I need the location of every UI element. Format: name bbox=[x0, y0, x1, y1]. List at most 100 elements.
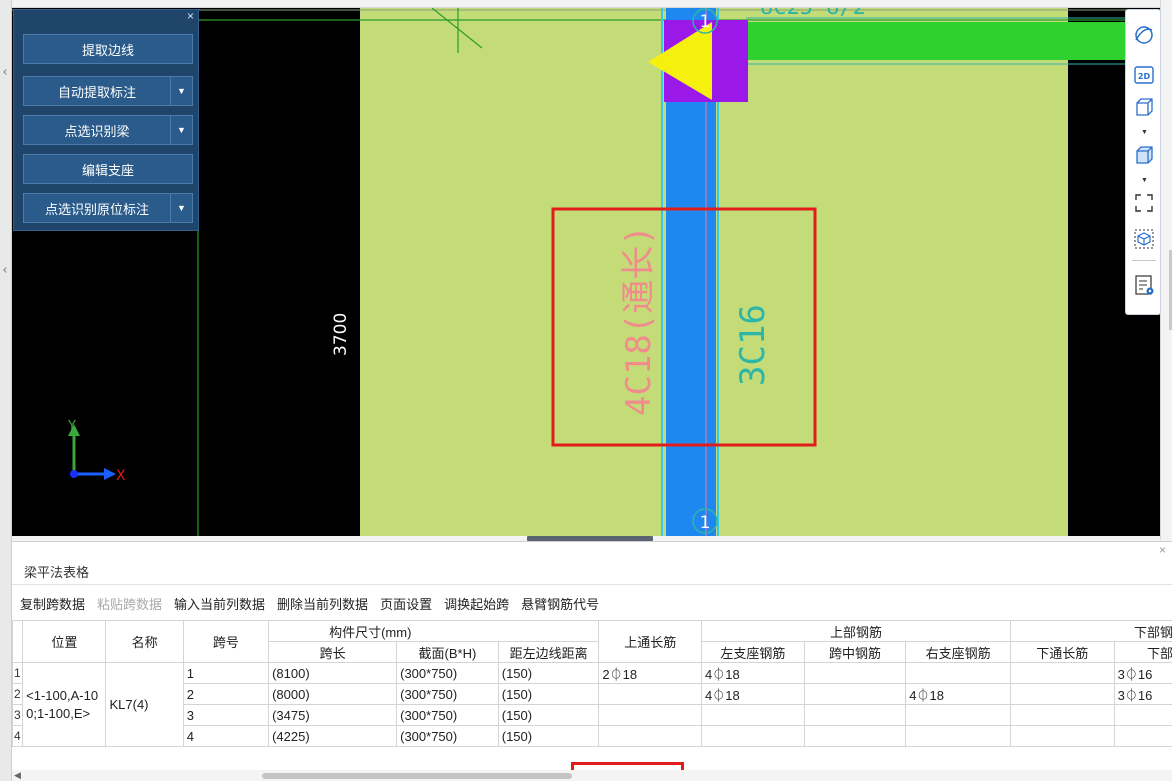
scrollbar-thumb[interactable] bbox=[262, 773, 572, 779]
cantilever-rebar-code-button[interactable]: 悬臂钢筋代号 bbox=[521, 594, 599, 612]
cell-span-length[interactable]: (4225) bbox=[268, 725, 398, 747]
axis-y-label: Y bbox=[67, 419, 76, 434]
dropdown-arrow-icon[interactable]: ▼ bbox=[170, 116, 192, 144]
cell-top-through[interactable] bbox=[598, 725, 703, 747]
header-left-support[interactable]: 左支座钢筋 bbox=[701, 641, 805, 663]
extract-edge-button[interactable]: 提取边线 bbox=[23, 34, 193, 64]
cell-left-distance[interactable]: (150) bbox=[497, 662, 600, 684]
cell-mid-span[interactable] bbox=[803, 725, 907, 747]
cell-top-through[interactable] bbox=[598, 704, 703, 726]
orbit-icon[interactable] bbox=[1130, 22, 1158, 48]
right-frame-strip bbox=[1160, 0, 1172, 540]
cell-mid-span[interactable] bbox=[803, 704, 907, 726]
settings-list-icon[interactable] bbox=[1130, 272, 1158, 298]
cell-position[interactable]: <1-100,A-100;1-100,E> bbox=[22, 662, 107, 747]
header-top-through[interactable]: 上通长筋 bbox=[598, 620, 703, 663]
view-2d-label: 2D bbox=[1138, 72, 1151, 81]
cell-mid-span[interactable] bbox=[803, 683, 907, 705]
close-icon[interactable]: × bbox=[1159, 543, 1166, 557]
cell-bottom-through[interactable] bbox=[1009, 662, 1115, 684]
cell-right-support[interactable] bbox=[905, 725, 1011, 747]
top-frame-strip bbox=[0, 0, 1172, 8]
beam-table-scroll[interactable]: 位置 名称 跨号 构件尺寸(mm) 上通长筋 上部钢筋 下部钢筋 跨长 截面(B… bbox=[12, 620, 1172, 770]
header-bottom-bar[interactable]: 下部钢 bbox=[1113, 641, 1172, 663]
cell-bottom-through[interactable] bbox=[1009, 725, 1115, 747]
cell-span-no[interactable]: 1 bbox=[182, 662, 270, 684]
cell-section[interactable]: (300*750) bbox=[396, 725, 499, 747]
header-bottom-rebar-group[interactable]: 下部钢筋 bbox=[1009, 620, 1172, 642]
cell-left-distance[interactable]: (150) bbox=[497, 683, 600, 705]
dropdown-arrow-icon[interactable]: ▼ bbox=[170, 194, 192, 222]
dropdown-arrow-icon[interactable]: ▼ bbox=[170, 77, 192, 105]
cell-section[interactable]: (300*750) bbox=[396, 683, 499, 705]
cell-left-support[interactable]: 4⏀18 bbox=[701, 662, 805, 684]
button-label: 编辑支座 bbox=[81, 162, 134, 178]
button-label: 提取边线 bbox=[81, 42, 134, 58]
chevron-down-icon[interactable]: ▼ bbox=[1141, 129, 1148, 136]
cell-bottom-bar[interactable] bbox=[1113, 725, 1172, 747]
cell-bottom-bar[interactable]: 3⏀16 bbox=[1113, 683, 1172, 705]
selection-frame-icon[interactable] bbox=[1130, 190, 1158, 216]
input-column-data-button[interactable]: 输入当前列数据 bbox=[174, 594, 265, 612]
cell-span-length[interactable]: (8000) bbox=[268, 683, 398, 705]
cell-name[interactable]: KL7(4) bbox=[105, 662, 184, 747]
cell-span-no[interactable]: 3 bbox=[182, 704, 270, 726]
row-number[interactable]: 1 bbox=[12, 662, 24, 684]
chevron-down-icon[interactable]: ▼ bbox=[1141, 177, 1148, 184]
row-number[interactable]: 3 bbox=[12, 704, 24, 726]
scroll-left-icon[interactable]: ◀ bbox=[14, 770, 21, 781]
edit-support-button[interactable]: 编辑支座 bbox=[23, 154, 193, 184]
cell-span-length[interactable]: (8100) bbox=[268, 662, 398, 684]
cell-bottom-through[interactable] bbox=[1009, 683, 1115, 705]
view-2d-icon[interactable]: 2D bbox=[1130, 62, 1158, 88]
cell-left-support[interactable] bbox=[701, 725, 805, 747]
paste-span-data-button[interactable]: 粘贴跨数据 bbox=[97, 594, 162, 612]
header-left-distance[interactable]: 距左边线距离 bbox=[497, 641, 600, 663]
row-number[interactable]: 2 bbox=[12, 683, 24, 705]
header-span-length[interactable]: 跨长 bbox=[268, 641, 398, 663]
header-dimension-group[interactable]: 构件尺寸(mm) bbox=[268, 620, 600, 642]
row-number[interactable]: 4 bbox=[12, 725, 24, 747]
cell-top-through[interactable]: 2⏀18 bbox=[598, 662, 703, 684]
cell-right-support[interactable] bbox=[905, 704, 1011, 726]
cell-right-support[interactable]: 4⏀18 bbox=[905, 683, 1011, 705]
header-name[interactable]: 名称 bbox=[105, 620, 184, 663]
box-view-solid-icon[interactable] bbox=[1130, 142, 1158, 168]
cell-span-no[interactable]: 4 bbox=[182, 725, 270, 747]
cell-bottom-bar[interactable] bbox=[1113, 704, 1172, 726]
chevron-left-icon[interactable] bbox=[3, 267, 9, 273]
header-bottom-through[interactable]: 下通长筋 bbox=[1009, 641, 1115, 663]
cell-left-support[interactable] bbox=[701, 704, 805, 726]
cube-frame-icon[interactable] bbox=[1130, 226, 1158, 252]
box-view-icon[interactable] bbox=[1130, 94, 1158, 120]
auto-extract-label-button[interactable]: 自动提取标注 ▼ bbox=[23, 76, 193, 106]
cell-left-distance[interactable]: (150) bbox=[497, 704, 600, 726]
pick-identify-beam-button[interactable]: 点选识别梁 ▼ bbox=[23, 115, 193, 145]
header-mid-span[interactable]: 跨中钢筋 bbox=[803, 641, 907, 663]
delete-column-data-button[interactable]: 删除当前列数据 bbox=[277, 594, 368, 612]
header-top-rebar-group[interactable]: 上部钢筋 bbox=[701, 620, 1011, 642]
close-icon[interactable]: × bbox=[187, 9, 194, 23]
page-setup-button[interactable]: 页面设置 bbox=[380, 594, 432, 612]
horizontal-scrollbar[interactable]: ◀ bbox=[12, 770, 1172, 781]
swap-start-span-button[interactable]: 调换起始跨 bbox=[444, 594, 509, 612]
cell-section[interactable]: (300*750) bbox=[396, 704, 499, 726]
cell-bottom-bar[interactable]: 3⏀16 bbox=[1113, 662, 1172, 684]
copy-span-data-button[interactable]: 复制跨数据 bbox=[20, 594, 85, 612]
header-span-no[interactable]: 跨号 bbox=[182, 620, 270, 663]
cell-right-support[interactable] bbox=[905, 662, 1011, 684]
cell-span-no[interactable]: 2 bbox=[182, 683, 270, 705]
header-right-support[interactable]: 右支座钢筋 bbox=[905, 641, 1011, 663]
pick-identify-inplace-label-button[interactable]: 点选识别原位标注 ▼ bbox=[23, 193, 193, 223]
chevron-left-icon[interactable] bbox=[3, 69, 9, 75]
cell-span-length[interactable]: (3475) bbox=[268, 704, 398, 726]
cell-bottom-through[interactable] bbox=[1009, 704, 1115, 726]
cell-left-support[interactable]: 4⏀18 bbox=[701, 683, 805, 705]
cell-top-through[interactable] bbox=[598, 683, 703, 705]
header-section[interactable]: 截面(B*H) bbox=[396, 641, 499, 663]
header-position[interactable]: 位置 bbox=[22, 620, 107, 663]
cell-section[interactable]: (300*750) bbox=[396, 662, 499, 684]
table-row: 2 2 (8000) (300*750) (150) 4⏀18 4⏀18 3⏀1… bbox=[12, 683, 1172, 705]
cell-mid-span[interactable] bbox=[803, 662, 907, 684]
cell-left-distance[interactable]: (150) bbox=[497, 725, 600, 747]
